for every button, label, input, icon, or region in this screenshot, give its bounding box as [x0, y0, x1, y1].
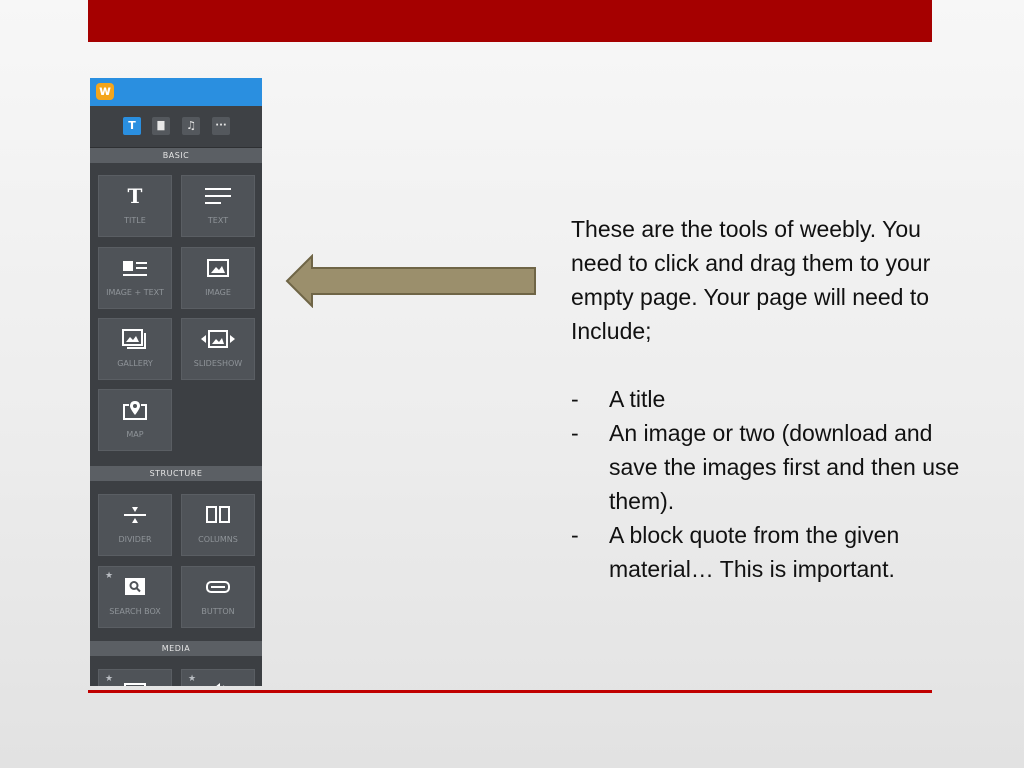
- image-text-icon: [99, 258, 171, 278]
- element-columns[interactable]: COLUMNS: [181, 494, 255, 556]
- divider-icon: [99, 505, 171, 525]
- element-media-audio[interactable]: ★: [181, 669, 255, 686]
- element-label: MAP: [126, 430, 144, 439]
- element-category-tabs: T ▇ ♫ ···: [90, 106, 262, 148]
- bottom-red-line: [88, 690, 932, 693]
- element-image[interactable]: IMAGE: [181, 247, 255, 309]
- audio-icon: [182, 680, 254, 686]
- element-label: IMAGE + TEXT: [106, 288, 164, 297]
- element-label: SLIDESHOW: [193, 359, 243, 368]
- image-icon: [182, 258, 254, 278]
- weebly-elements-panel: w T ▇ ♫ ··· BASIC T TITLE TEXT IMAGE + T…: [90, 78, 262, 686]
- element-label: BUTTON: [201, 607, 235, 616]
- element-media-video[interactable]: ★: [98, 669, 172, 686]
- panel-header: w: [90, 78, 262, 106]
- more-icon[interactable]: ···: [212, 117, 230, 135]
- element-text[interactable]: TEXT: [181, 175, 255, 237]
- intro-paragraph: These are the tools of weebly. You need …: [571, 216, 931, 344]
- list-item: - A block quote from the given material……: [571, 518, 971, 586]
- text-lines-icon: [182, 186, 254, 206]
- columns-icon: [182, 505, 254, 525]
- element-title[interactable]: T TITLE: [98, 175, 172, 237]
- music-icon[interactable]: ♫: [182, 117, 200, 135]
- basic-grid: T TITLE TEXT IMAGE + TEXT IMAGE GALLERY …: [90, 163, 262, 466]
- text-icon[interactable]: T: [123, 117, 141, 135]
- structure-grid: DIVIDER COLUMNS ★ SEARCH BOX BUTTON: [90, 481, 262, 641]
- layout-icon[interactable]: ▇: [152, 117, 170, 135]
- bullet-marker: -: [571, 522, 579, 548]
- video-icon: [99, 680, 171, 686]
- list-item: - A title: [571, 382, 971, 416]
- list-item: - An image or two (download and save the…: [571, 416, 971, 518]
- top-red-bar: [88, 0, 932, 42]
- instructions-text: These are the tools of weebly. You need …: [571, 212, 971, 586]
- section-basic: BASIC: [90, 148, 262, 163]
- section-media: MEDIA: [90, 641, 262, 656]
- section-structure: STRUCTURE: [90, 466, 262, 481]
- element-label: DIVIDER: [118, 535, 152, 544]
- element-label: COLUMNS: [198, 535, 238, 544]
- button-icon: [182, 577, 254, 597]
- list-item-text: A block quote from the given material… T…: [609, 522, 900, 582]
- bullet-marker: -: [571, 420, 579, 446]
- map-pin-icon: [99, 400, 171, 420]
- slideshow-icon: [182, 329, 254, 349]
- element-button[interactable]: BUTTON: [181, 566, 255, 628]
- list-item-text: An image or two (download and save the i…: [609, 420, 960, 514]
- left-arrow-icon: [285, 254, 536, 308]
- gallery-icon: [99, 329, 171, 349]
- element-map[interactable]: MAP: [98, 389, 172, 451]
- element-label: IMAGE: [205, 288, 231, 297]
- list-item-text: A title: [609, 386, 666, 412]
- bullet-marker: -: [571, 386, 579, 412]
- requirements-list: - A title - An image or two (download an…: [571, 382, 971, 586]
- title-icon: T: [127, 184, 143, 208]
- element-gallery[interactable]: GALLERY: [98, 318, 172, 380]
- weebly-logo[interactable]: w: [96, 83, 114, 100]
- element-label: SEARCH BOX: [109, 607, 161, 616]
- element-label: GALLERY: [117, 359, 153, 368]
- element-divider[interactable]: DIVIDER: [98, 494, 172, 556]
- search-icon: [99, 577, 171, 597]
- element-label: TEXT: [207, 216, 229, 225]
- media-grid: ★ ★: [90, 656, 262, 686]
- element-label: TITLE: [124, 216, 146, 225]
- element-search-box[interactable]: ★ SEARCH BOX: [98, 566, 172, 628]
- element-image-text[interactable]: IMAGE + TEXT: [98, 247, 172, 309]
- element-slideshow[interactable]: SLIDESHOW: [181, 318, 255, 380]
